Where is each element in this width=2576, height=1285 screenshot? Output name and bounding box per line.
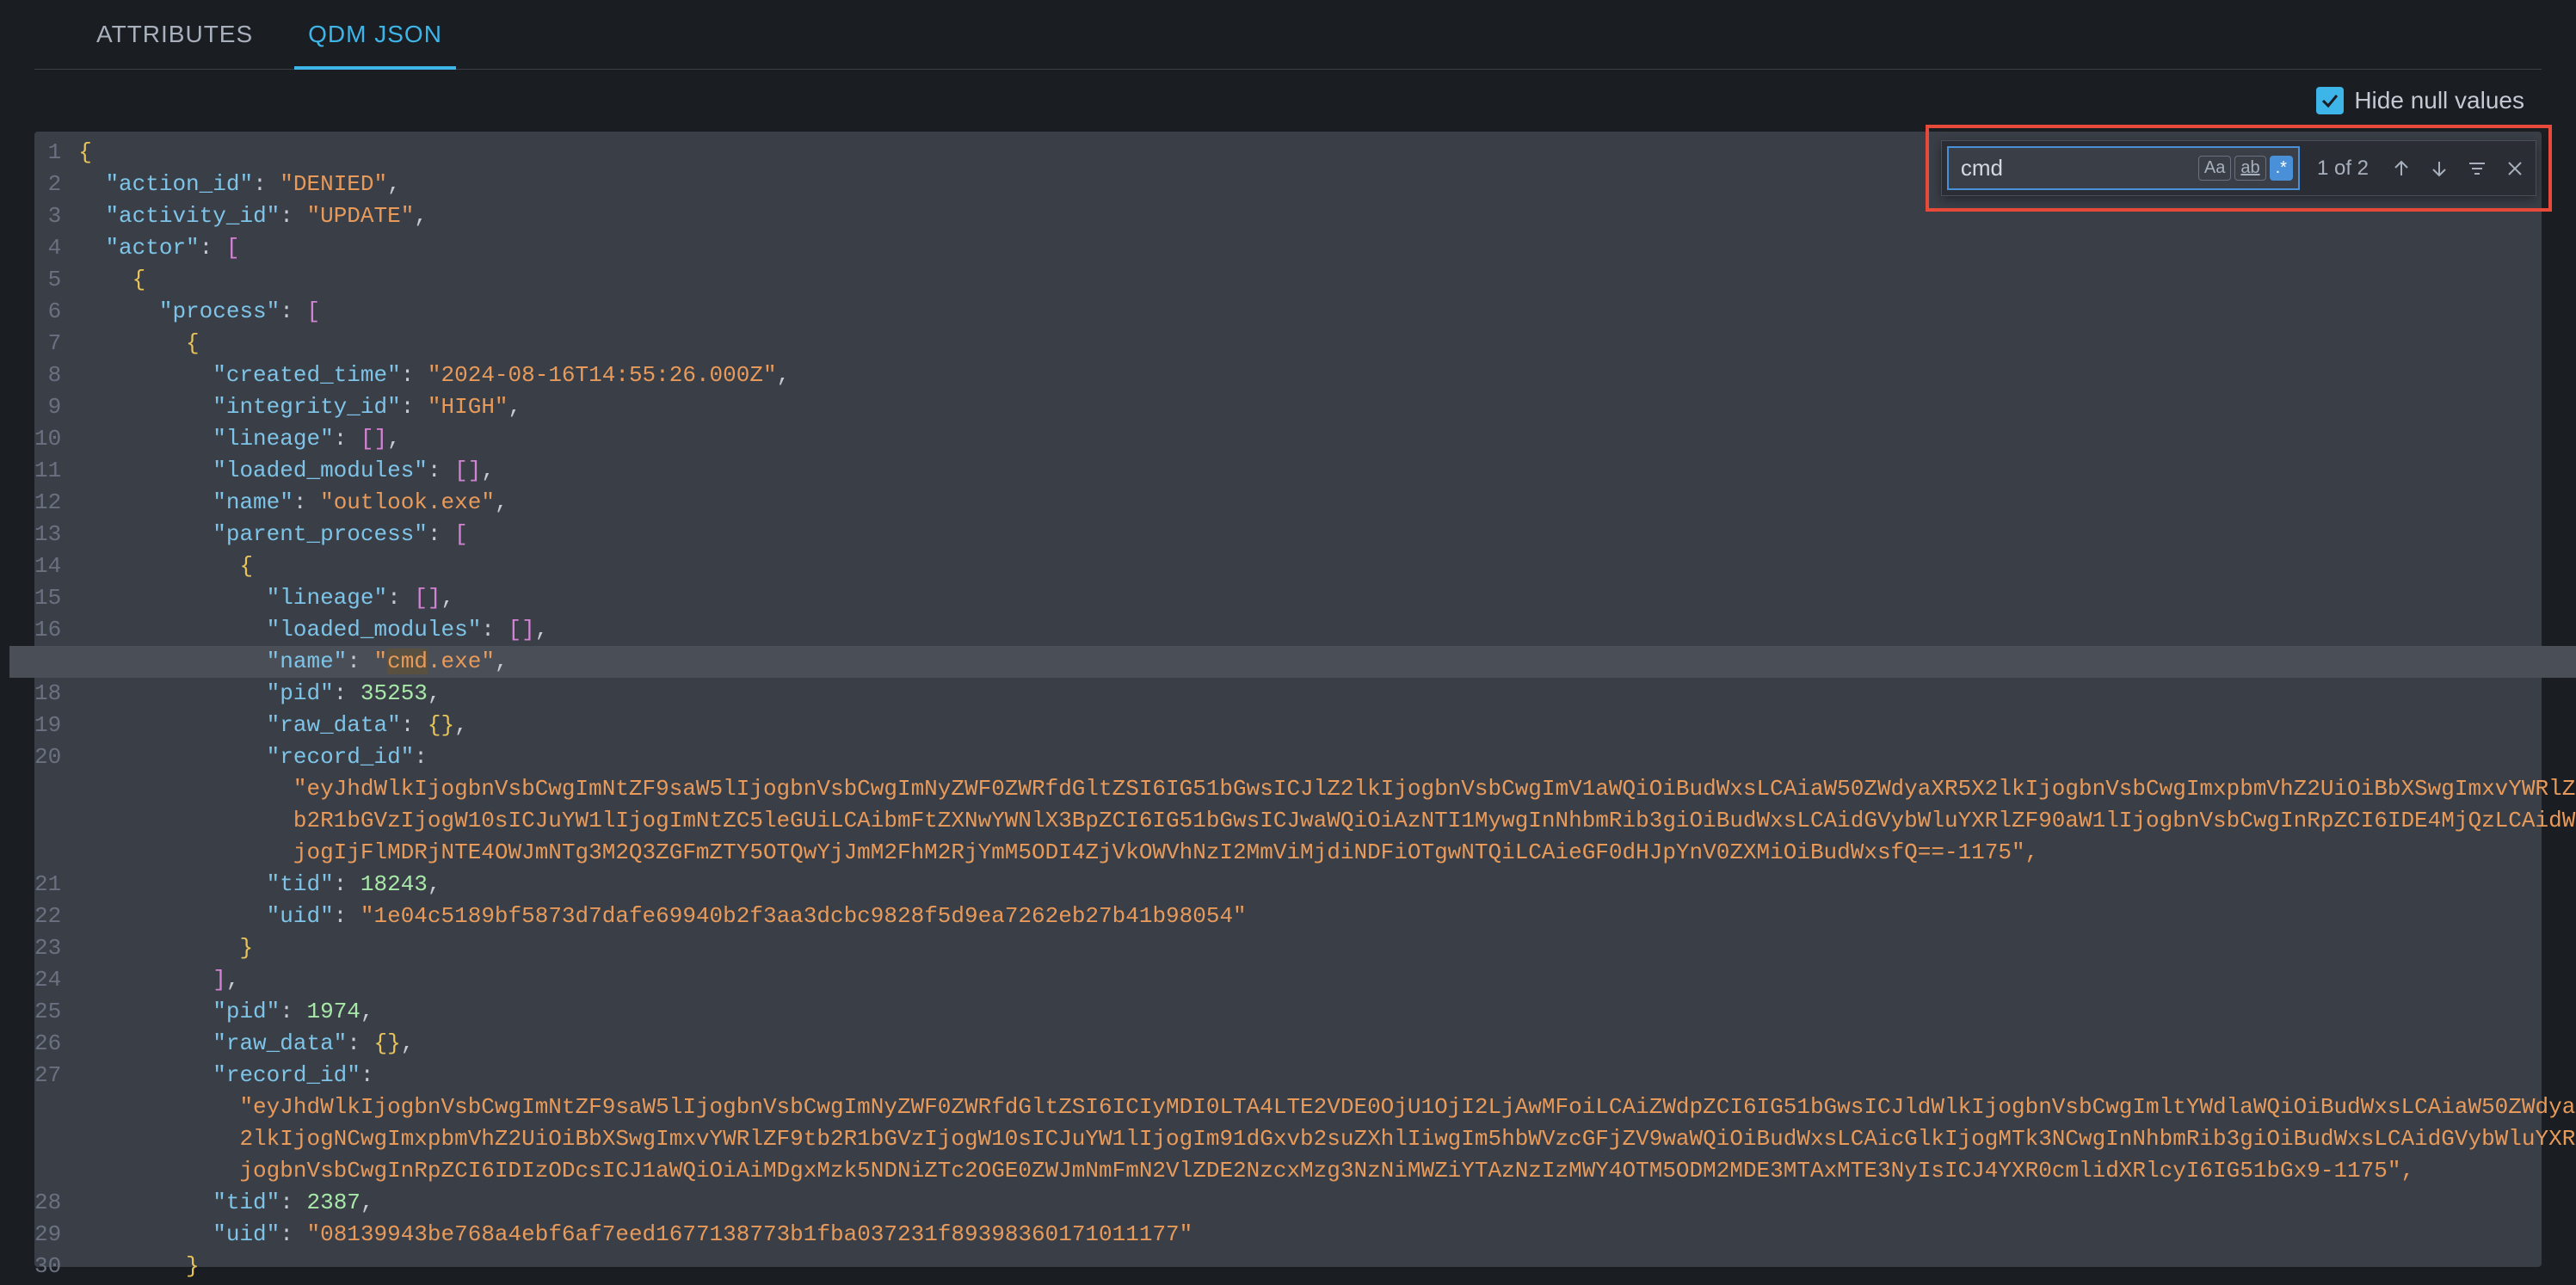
find-next-button[interactable] — [2424, 153, 2455, 184]
code-area[interactable]: 1234567891011121314151617181920212223242… — [34, 132, 2542, 1282]
json-editor: Aa ab .* 1 of 2 123456789101112131415161… — [34, 132, 2542, 1267]
find-prev-button[interactable] — [2386, 153, 2417, 184]
find-input[interactable] — [1954, 151, 2195, 185]
toolbar: Hide null values — [0, 70, 2576, 125]
find-panel-highlight: Aa ab .* 1 of 2 — [1926, 125, 2552, 212]
find-result-count: 1 of 2 — [2307, 157, 2379, 181]
match-case-toggle[interactable]: Aa — [2198, 156, 2231, 181]
close-icon — [2505, 158, 2525, 179]
tab-bar: ATTRIBUTES QDM JSON — [34, 0, 2542, 70]
filter-icon — [2467, 158, 2487, 179]
checkmark-icon — [2320, 90, 2340, 111]
find-close-button[interactable] — [2499, 153, 2530, 184]
find-filter-button[interactable] — [2462, 153, 2493, 184]
find-input-container: Aa ab .* — [1947, 146, 2300, 190]
code-content: { "action_id": "DENIED", "activity_id": … — [78, 137, 2576, 1282]
line-gutter: 1234567891011121314151617181920212223242… — [34, 137, 78, 1282]
arrow-up-icon — [2391, 158, 2412, 179]
arrow-down-icon — [2429, 158, 2450, 179]
find-panel: Aa ab .* 1 of 2 — [1941, 140, 2536, 196]
hide-null-label: Hide null values — [2354, 87, 2524, 114]
whole-word-toggle[interactable]: ab — [2234, 156, 2265, 181]
hide-null-checkbox[interactable] — [2316, 87, 2344, 114]
tab-attributes[interactable]: ATTRIBUTES — [69, 0, 280, 69]
regex-toggle[interactable]: .* — [2270, 156, 2293, 181]
tab-qdm-json[interactable]: QDM JSON — [280, 0, 470, 69]
